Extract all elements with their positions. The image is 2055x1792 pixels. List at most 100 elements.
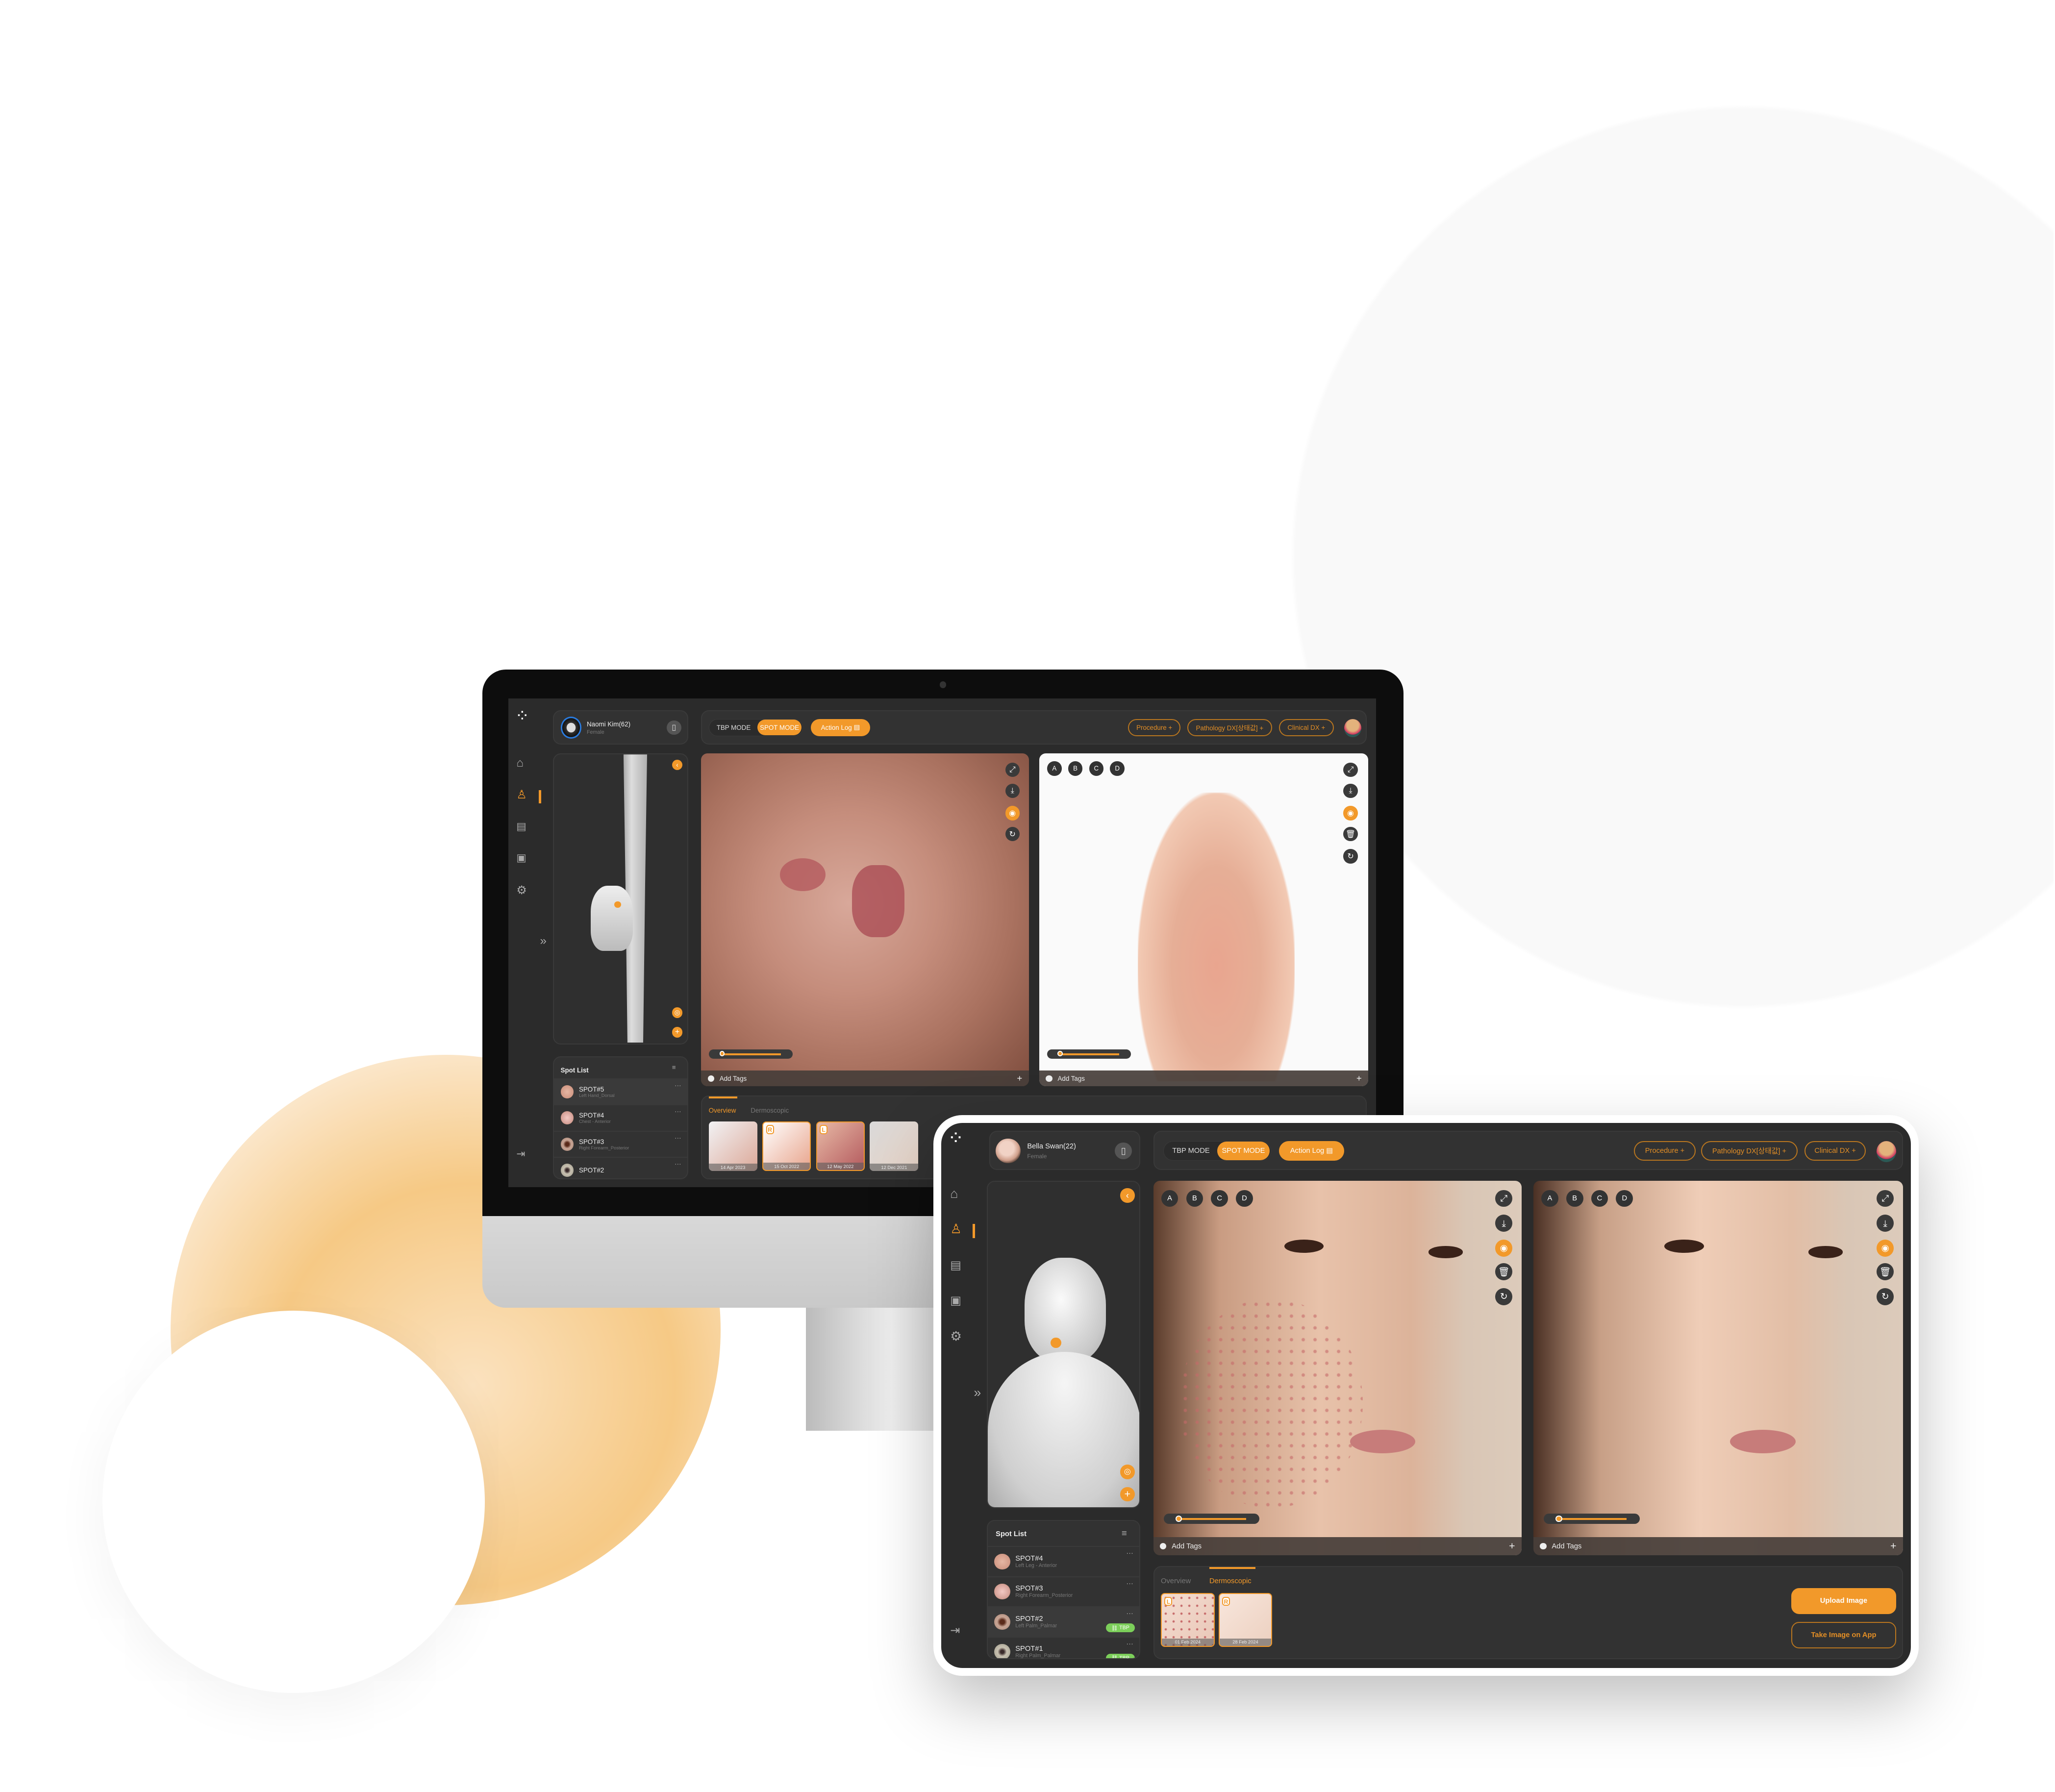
more-options-icon[interactable]: ··· <box>675 1108 681 1115</box>
action-log-button[interactable]: Action Log ▤ <box>811 719 870 736</box>
abcd-a[interactable]: A <box>1161 1190 1178 1207</box>
app-logo[interactable]: ⁘ <box>515 706 529 726</box>
add-tag-button[interactable]: + <box>1356 1073 1362 1084</box>
more-options-icon[interactable]: ··· <box>675 1082 681 1089</box>
spot-mode-button[interactable]: SPOT MODE <box>757 720 802 736</box>
abcd-b[interactable]: B <box>1186 1190 1203 1207</box>
abcd-d[interactable]: D <box>1110 761 1125 776</box>
abcd-c[interactable]: C <box>1591 1190 1608 1207</box>
rotate-icon[interactable]: ↻ <box>1877 1288 1894 1305</box>
slider-thumb[interactable] <box>1057 1051 1063 1056</box>
tab-dermoscopic[interactable]: Dermoscopic <box>751 1107 789 1114</box>
zoom-slider[interactable] <box>709 1049 793 1059</box>
patient-icon[interactable]: ♙ <box>950 1221 962 1237</box>
upload-image-button[interactable]: Upload Image <box>1791 1588 1896 1615</box>
add-tags-label[interactable]: Add Tags <box>1057 1075 1084 1082</box>
more-options-icon[interactable]: ··· <box>1126 1549 1133 1557</box>
zoom-slider[interactable] <box>1164 1513 1260 1524</box>
clinical-dx-button[interactable]: Clinical DX + <box>1804 1141 1866 1161</box>
home-icon[interactable]: ⌂ <box>950 1186 958 1201</box>
add-spot-icon[interactable]: + <box>672 1027 683 1038</box>
mobile-icon[interactable]: ▯ <box>667 720 681 735</box>
tbp-mode-button[interactable]: TBP MODE <box>710 724 757 731</box>
expand-icon[interactable]: » <box>540 934 546 948</box>
abcd-a[interactable]: A <box>1541 1190 1558 1207</box>
take-image-on-app-button[interactable]: Take Image on App <box>1791 1622 1896 1648</box>
visibility-icon[interactable]: ◉ <box>1877 1240 1894 1257</box>
action-log-button[interactable]: Action Log ▤ <box>1278 1141 1345 1161</box>
back-icon[interactable]: ‹ <box>672 759 683 771</box>
zoom-slider[interactable] <box>1544 1513 1640 1524</box>
download-icon[interactable]: ⤓ <box>1877 1215 1894 1232</box>
more-options-icon[interactable]: ··· <box>1126 1610 1133 1618</box>
add-tag-button[interactable]: + <box>1017 1073 1022 1084</box>
pathology-dx-button[interactable]: Pathology DX[상태값] + <box>1187 719 1273 736</box>
image-thumbnail[interactable]: L 12 May 2022 <box>816 1121 865 1171</box>
filter-icon[interactable]: ≡ <box>1122 1528 1127 1539</box>
camera-icon[interactable]: ◎ <box>1120 1465 1135 1479</box>
abcd-d[interactable]: D <box>1616 1190 1633 1207</box>
abcd-b[interactable]: B <box>1068 761 1083 776</box>
camera-icon[interactable]: ◎ <box>672 1007 683 1018</box>
spot-list-item[interactable]: SPOT#4 Left Leg - Anterior ··· <box>988 1546 1139 1576</box>
abcd-b[interactable]: B <box>1566 1190 1583 1207</box>
image-thumbnail[interactable]: R 28 Feb 2024 <box>1218 1593 1273 1647</box>
download-icon[interactable]: ⤓ <box>1343 783 1358 798</box>
filter-icon[interactable]: ≡ <box>672 1064 676 1071</box>
procedure-button[interactable]: Procedure + <box>1634 1141 1696 1161</box>
abcd-c[interactable]: C <box>1211 1190 1228 1207</box>
tab-overview[interactable]: Overview <box>1161 1577 1191 1585</box>
tbp-badge[interactable]: ⛓ TBP <box>1105 1653 1135 1658</box>
abcd-c[interactable]: C <box>1089 761 1104 776</box>
add-spot-icon[interactable]: + <box>1120 1487 1135 1502</box>
spot-marker[interactable] <box>1051 1337 1061 1348</box>
logout-icon[interactable]: ⇥ <box>516 1148 525 1160</box>
trash-icon[interactable]: 🗑 <box>1343 826 1358 842</box>
add-tags-label[interactable]: Add Tags <box>720 1075 747 1082</box>
spot-list-item[interactable]: SPOT#3 Right Forearm_Posterior ··· <box>988 1576 1139 1606</box>
rotate-icon[interactable]: ↻ <box>1005 826 1020 842</box>
more-options-icon[interactable]: ··· <box>1126 1640 1133 1648</box>
add-tag-button[interactable]: + <box>1509 1540 1515 1552</box>
image-thumbnail[interactable]: L 01 Feb 2024 <box>1161 1593 1215 1647</box>
tab-dermoscopic[interactable]: Dermoscopic <box>1209 1577 1252 1585</box>
clinical-dx-button[interactable]: Clinical DX + <box>1278 719 1334 736</box>
expand-icon[interactable]: » <box>974 1385 981 1400</box>
spot-marker[interactable] <box>614 901 621 908</box>
add-tags-label[interactable]: Add Tags <box>1172 1543 1202 1550</box>
head-model[interactable] <box>1024 1257 1106 1363</box>
settings-icon[interactable]: ⚙ <box>950 1329 962 1344</box>
mode-toggle[interactable]: TBP MODE SPOT MODE <box>708 719 803 736</box>
patient-icon[interactable]: ♙ <box>516 788 527 802</box>
procedure-button[interactable]: Procedure + <box>1128 719 1181 736</box>
fullscreen-icon[interactable]: ⤢ <box>1343 762 1358 777</box>
rotate-icon[interactable]: ↻ <box>1495 1288 1513 1305</box>
back-icon[interactable]: ‹ <box>1120 1188 1135 1203</box>
slider-thumb[interactable] <box>719 1051 725 1056</box>
clipboard-icon[interactable]: ▤ <box>950 1258 961 1272</box>
spot-mode-button[interactable]: SPOT MODE <box>1217 1142 1270 1160</box>
mode-toggle[interactable]: TBP MODE SPOT MODE <box>1163 1141 1271 1161</box>
trash-icon[interactable]: 🗑 <box>1877 1263 1894 1280</box>
report-icon[interactable]: ▣ <box>950 1294 961 1308</box>
patient-card[interactable]: Bella Swan(22) Female ▯ <box>989 1131 1140 1170</box>
settings-icon[interactable]: ⚙ <box>516 883 527 897</box>
visibility-icon[interactable]: ◉ <box>1343 806 1358 821</box>
tab-overview[interactable]: Overview <box>709 1107 736 1114</box>
fullscreen-icon[interactable]: ⤢ <box>1495 1190 1513 1207</box>
report-icon[interactable]: ▣ <box>516 852 526 864</box>
slider-thumb[interactable] <box>1176 1515 1182 1522</box>
patient-card[interactable]: Naomi Kim(62) Female ▯ <box>553 710 688 745</box>
trash-icon[interactable]: 🗑 <box>1495 1263 1513 1280</box>
user-avatar[interactable] <box>1344 719 1362 738</box>
zoom-slider[interactable] <box>1047 1049 1131 1059</box>
app-logo[interactable]: ⁘ <box>948 1127 964 1149</box>
tbp-badge[interactable]: ⛓ TBP <box>1105 1623 1135 1633</box>
clipboard-icon[interactable]: ▤ <box>516 821 526 833</box>
torso-model[interactable] <box>988 1352 1139 1508</box>
add-tag-button[interactable]: + <box>1890 1540 1896 1552</box>
spot-list-item[interactable]: SPOT#5 Left Hand_Dorsal ··· <box>554 1078 687 1105</box>
download-icon[interactable]: ⤓ <box>1005 783 1020 798</box>
slider-thumb[interactable] <box>1555 1515 1562 1522</box>
image-thumbnail[interactable]: 14 Apr 2023 <box>708 1121 757 1171</box>
